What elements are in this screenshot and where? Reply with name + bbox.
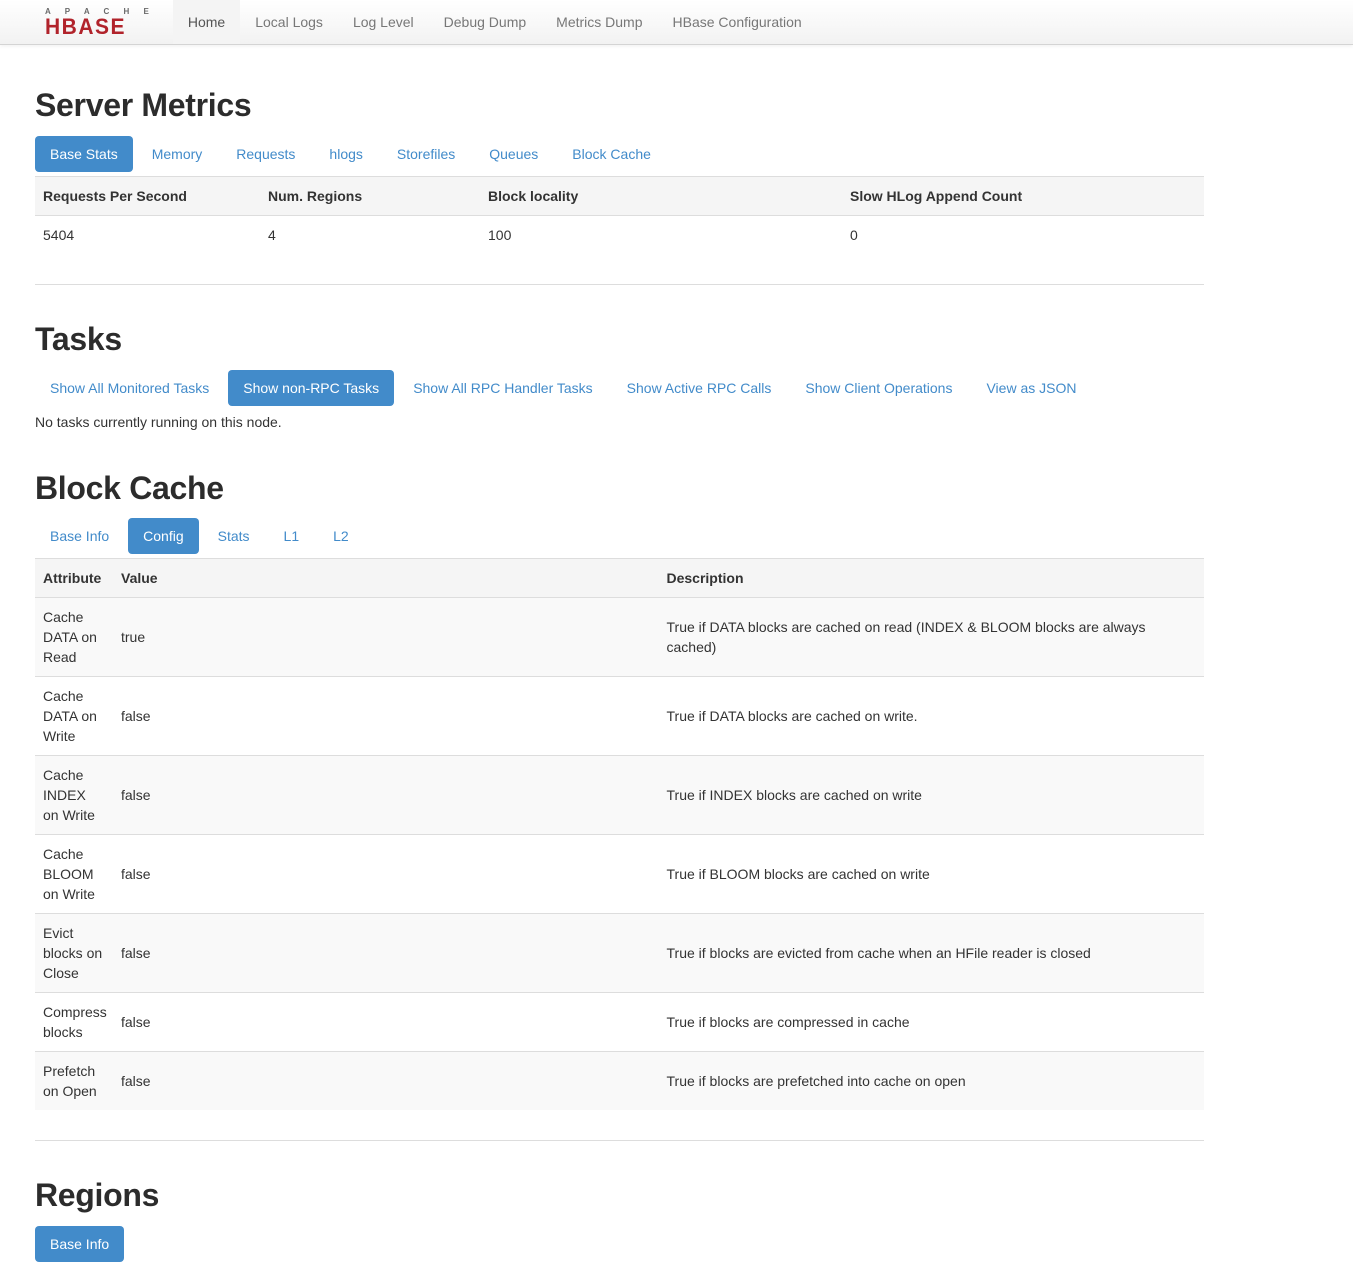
cell-value: false (113, 1052, 659, 1111)
server-metrics-table-footer (35, 254, 1204, 285)
nav-item-debug-dump[interactable]: Debug Dump (429, 0, 542, 44)
regions-section: Regions Base Info (35, 1177, 1204, 1262)
table-row-prefetch-on-open: Prefetch on Open false True if blocks ar… (35, 1052, 1204, 1111)
tab-requests[interactable]: Requests (221, 136, 310, 172)
nav-item-metrics-dump[interactable]: Metrics Dump (541, 0, 657, 44)
block-cache-tabs: Base Info Config Stats L1 L2 (35, 518, 1204, 554)
tab-base-stats[interactable]: Base Stats (35, 136, 133, 172)
table-row-cache-data-on-write: Cache DATA on Write false True if DATA b… (35, 677, 1204, 756)
tab-memory[interactable]: Memory (137, 136, 218, 172)
page-content: Server Metrics Base Stats Memory Request… (35, 87, 1204, 1262)
cell-attribute: Compress blocks (35, 993, 113, 1052)
cell-description: True if DATA blocks are cached on write. (659, 677, 1205, 756)
block-cache-section: Block Cache Base Info Config Stats L1 L2… (35, 470, 1204, 1142)
table-row-cache-data-on-read: Cache DATA on Read true True if DATA blo… (35, 598, 1204, 677)
cell-requests-per-second: 5404 (35, 215, 260, 254)
block-cache-table-header-row: Attribute Value Description (35, 559, 1204, 598)
nav-item-local-logs[interactable]: Local Logs (240, 0, 338, 44)
column-header-num-regions: Num. Regions (260, 176, 480, 215)
tasks-tabs: Show All Monitored Tasks Show non-RPC Ta… (35, 370, 1204, 406)
column-header-requests-per-second: Requests Per Second (35, 176, 260, 215)
column-header-attribute: Attribute (35, 559, 113, 598)
cell-attribute: Cache INDEX on Write (35, 756, 113, 835)
tab-view-as-json[interactable]: View as JSON (971, 370, 1091, 406)
tab-stats[interactable]: Stats (203, 518, 265, 554)
column-header-value: Value (113, 559, 659, 598)
table-row-evict-blocks-on-close: Evict blocks on Close false True if bloc… (35, 914, 1204, 993)
cell-value: false (113, 835, 659, 914)
tab-config[interactable]: Config (128, 518, 198, 554)
server-metrics-table-header-row: Requests Per Second Num. Regions Block l… (35, 176, 1204, 215)
tab-show-all-monitored-tasks[interactable]: Show All Monitored Tasks (35, 370, 224, 406)
cell-attribute: Cache DATA on Write (35, 677, 113, 756)
cell-description: True if INDEX blocks are cached on write (659, 756, 1205, 835)
cell-attribute: Cache DATA on Read (35, 598, 113, 677)
tasks-empty-message: No tasks currently running on this node. (35, 414, 1204, 430)
cell-slow-hlog-append-count: 0 (842, 215, 1204, 254)
column-header-slow-hlog-append-count: Slow HLog Append Count (842, 176, 1204, 215)
cell-description: True if blocks are prefetched into cache… (659, 1052, 1205, 1111)
tab-show-all-rpc-handler-tasks[interactable]: Show All RPC Handler Tasks (398, 370, 607, 406)
cell-description: True if blocks are compressed in cache (659, 993, 1205, 1052)
cell-value: true (113, 598, 659, 677)
cell-value: false (113, 677, 659, 756)
table-row-cache-bloom-on-write: Cache BLOOM on Write false True if BLOOM… (35, 835, 1204, 914)
cell-description: True if BLOOM blocks are cached on write (659, 835, 1205, 914)
tab-base-info[interactable]: Base Info (35, 518, 124, 554)
cell-description: True if DATA blocks are cached on read (… (659, 598, 1205, 677)
table-row-5404: 5404 4 100 0 (35, 215, 1204, 254)
cell-attribute: Evict blocks on Close (35, 914, 113, 993)
server-metrics-title: Server Metrics (35, 87, 1204, 124)
cell-num-regions: 4 (260, 215, 480, 254)
cell-value: false (113, 914, 659, 993)
tab-show-active-rpc-calls[interactable]: Show Active RPC Calls (612, 370, 787, 406)
tab-show-non-rpc-tasks[interactable]: Show non-RPC Tasks (228, 370, 394, 406)
cell-value: false (113, 756, 659, 835)
tab-show-client-operations[interactable]: Show Client Operations (790, 370, 967, 406)
tab-l1[interactable]: L1 (269, 518, 315, 554)
column-header-description: Description (659, 559, 1205, 598)
server-metrics-table: Requests Per Second Num. Regions Block l… (35, 176, 1204, 254)
nav-item-log-level[interactable]: Log Level (338, 0, 429, 44)
cell-value: false (113, 993, 659, 1052)
table-row-compress-blocks: Compress blocks false True if blocks are… (35, 993, 1204, 1052)
regions-title: Regions (35, 1177, 1204, 1214)
cell-attribute: Cache BLOOM on Write (35, 835, 113, 914)
tasks-title: Tasks (35, 321, 1204, 358)
tab-block-cache[interactable]: Block Cache (557, 136, 666, 172)
block-cache-title: Block Cache (35, 470, 1204, 507)
table-row-cache-index-on-write: Cache INDEX on Write false True if INDEX… (35, 756, 1204, 835)
top-navbar: A P A C H E HBASE Home Local Logs Log Le… (0, 0, 1353, 45)
server-metrics-section: Server Metrics Base Stats Memory Request… (35, 87, 1204, 285)
block-cache-table-footer (35, 1110, 1204, 1141)
logo-hbase-text: HBASE (45, 16, 155, 38)
cell-description: True if blocks are evicted from cache wh… (659, 914, 1205, 993)
cell-block-locality: 100 (480, 215, 842, 254)
server-metrics-tabs: Base Stats Memory Requests hlogs Storefi… (35, 136, 1204, 172)
hbase-logo: A P A C H E HBASE (0, 0, 173, 44)
tab-l2[interactable]: L2 (318, 518, 364, 554)
tab-storefiles[interactable]: Storefiles (382, 136, 470, 172)
cell-attribute: Prefetch on Open (35, 1052, 113, 1111)
block-cache-config-table: Attribute Value Description Cache DATA o… (35, 558, 1204, 1110)
navbar-menu: Home Local Logs Log Level Debug Dump Met… (173, 0, 817, 44)
nav-item-home[interactable]: Home (173, 0, 240, 44)
regions-tabs: Base Info (35, 1226, 1204, 1262)
nav-item-hbase-configuration[interactable]: HBase Configuration (658, 0, 817, 44)
tab-base-info[interactable]: Base Info (35, 1226, 124, 1262)
column-header-block-locality: Block locality (480, 176, 842, 215)
tasks-section: Tasks Show All Monitored Tasks Show non-… (35, 321, 1204, 430)
tab-hlogs[interactable]: hlogs (314, 136, 377, 172)
tab-queues[interactable]: Queues (474, 136, 553, 172)
